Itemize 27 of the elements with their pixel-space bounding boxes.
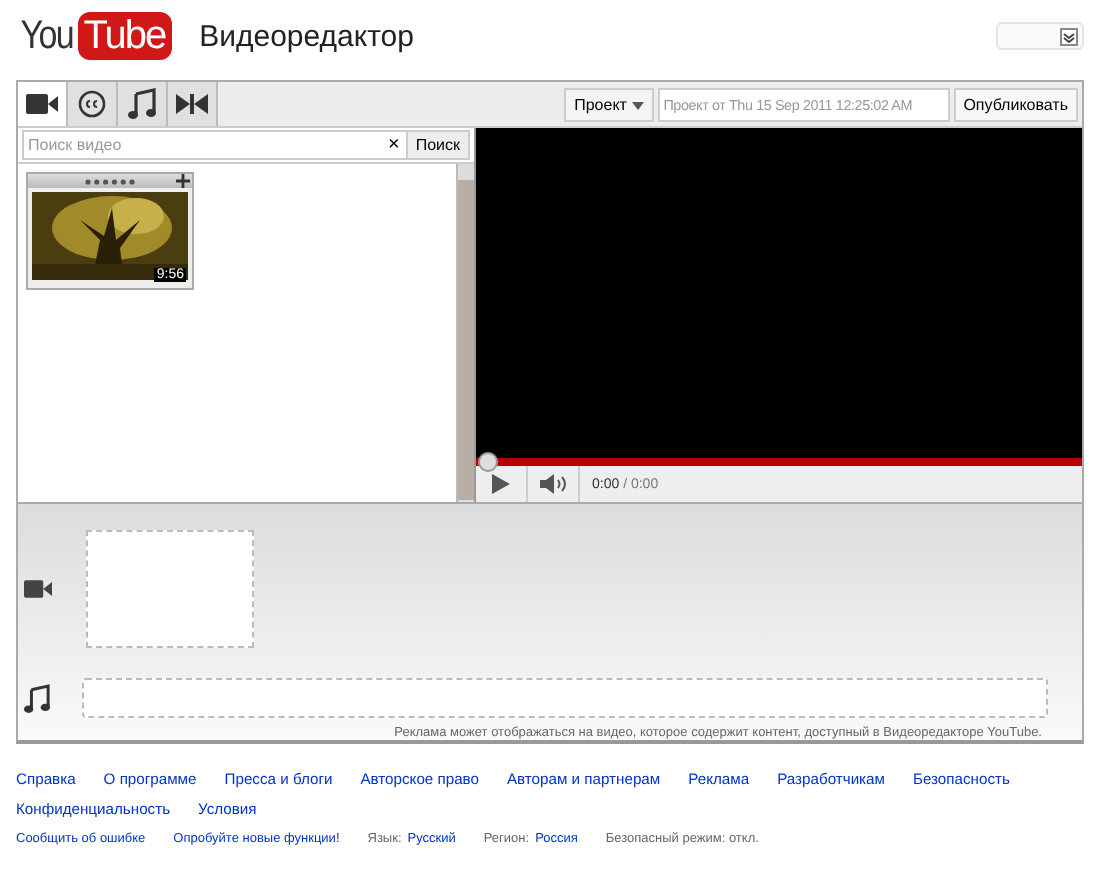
clear-button[interactable]: × [381, 130, 406, 160]
logo-text: You [20, 13, 73, 59]
media-tab[interactable] [168, 82, 218, 126]
captions-icon [78, 90, 106, 118]
publish-button[interactable]: Опубликовать [953, 87, 1078, 121]
play-icon [492, 474, 510, 494]
music-note-icon [128, 88, 156, 120]
camera-icon [26, 94, 58, 114]
search-button[interactable]: Поиск [405, 130, 470, 160]
grip-icon [84, 177, 136, 185]
add-icon[interactable] [176, 174, 190, 188]
camera-icon [24, 580, 52, 598]
page-title: Видеоредактор [199, 19, 414, 53]
scrollbar[interactable] [456, 164, 474, 502]
music-note-icon [24, 683, 50, 713]
search-field[interactable]: Поиск видео [22, 130, 382, 160]
caret-icon [1060, 27, 1078, 45]
youtube-logo[interactable]: You Tube [16, 12, 172, 60]
project-menu-button[interactable]: Проект [564, 87, 654, 121]
bowtie-icon [176, 94, 208, 114]
media-tab[interactable] [118, 82, 168, 126]
logo-badge: Tube [77, 12, 172, 60]
caret-icon [631, 101, 644, 109]
media-tab[interactable] [18, 82, 68, 126]
account-menu-button[interactable] [996, 22, 1084, 50]
media-tab[interactable] [68, 82, 118, 126]
speaker-icon [539, 474, 567, 494]
